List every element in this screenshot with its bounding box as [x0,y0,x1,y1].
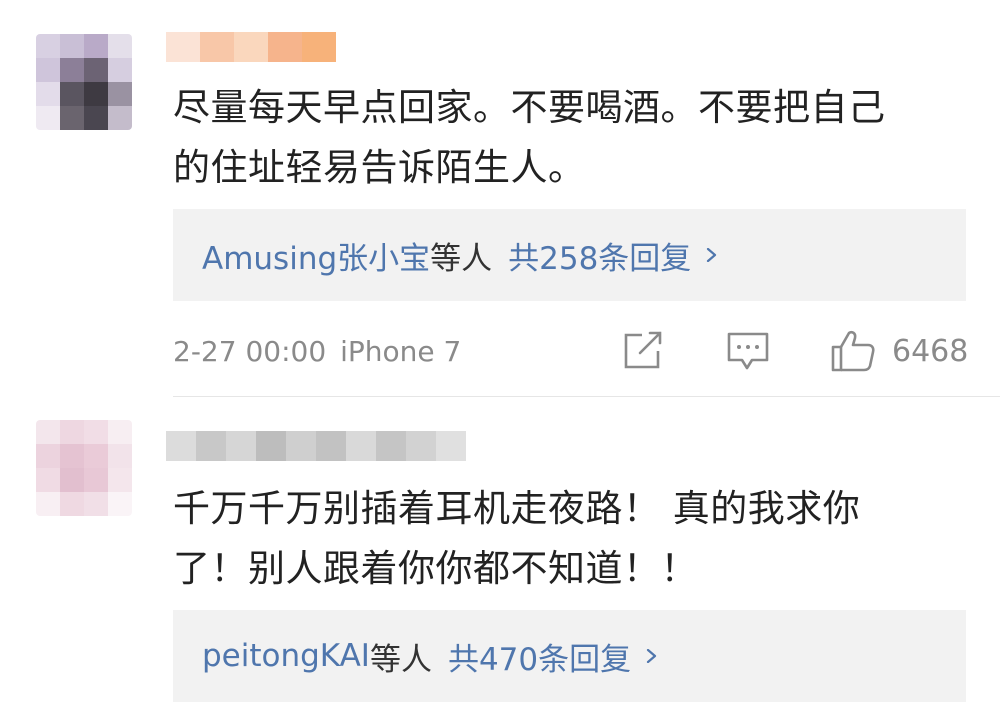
comment-meta: 2-27 00:00 iPhone 7 [173,334,461,368]
username-blurred[interactable] [166,431,466,461]
avatar[interactable] [36,420,132,516]
avatar[interactable] [36,34,132,130]
device-source: iPhone 7 [340,334,462,368]
reply-users-link[interactable]: peitongKAI [202,638,370,674]
reply-others-label: 等人 [430,240,493,277]
reply-others-label: 等人 [369,641,432,678]
reply-users-link[interactable]: Amusing张小宝 [202,233,430,278]
comment-text-line: 了！别人跟着你你都不知道！！ [173,547,698,590]
thumbs-up-icon [831,330,875,372]
timestamp: 2-27 00:00 [173,334,327,368]
reply-summary-button[interactable]: Amusing张小宝 等人 共258条回复 [173,209,966,301]
like-button[interactable]: 6468 [830,328,968,374]
reply-count-link[interactable]: 共470条回复 [448,634,631,679]
comment-text: 千万千万别插着耳机走夜路！ 真的我求你 了！别人跟着你你都不知道！！ [173,479,973,599]
comment-text-line: 的住址轻易告诉陌生人。 [173,146,586,189]
like-count: 6468 [892,333,969,369]
comment-item: 尽量每天早点回家。不要喝酒。不要把自己 的住址轻易告诉陌生人。 Amusing张… [0,0,1000,396]
chevron-right-icon [647,649,657,663]
reply-summary-button[interactable]: peitongKAI 等人 共470条回复 [173,610,966,702]
share-icon [624,331,662,369]
reply-count-link[interactable]: 共258条回复 [508,233,691,278]
comment-item: 千万千万别插着耳机走夜路！ 真的我求你 了！别人跟着你你都不知道！！ peito… [0,397,1000,711]
username-blurred[interactable] [166,32,336,62]
comment-icon [727,332,769,370]
share-button[interactable] [622,328,664,374]
comment-text: 尽量每天早点回家。不要喝酒。不要把自己 的住址轻易告诉陌生人。 [173,78,973,198]
comment-text-line: 尽量每天早点回家。不要喝酒。不要把自己 [173,86,886,129]
comment-text-line: 千万千万别插着耳机走夜路！ 真的我求你 [173,487,861,530]
chevron-right-icon [707,248,717,262]
comment-button[interactable] [726,328,770,374]
